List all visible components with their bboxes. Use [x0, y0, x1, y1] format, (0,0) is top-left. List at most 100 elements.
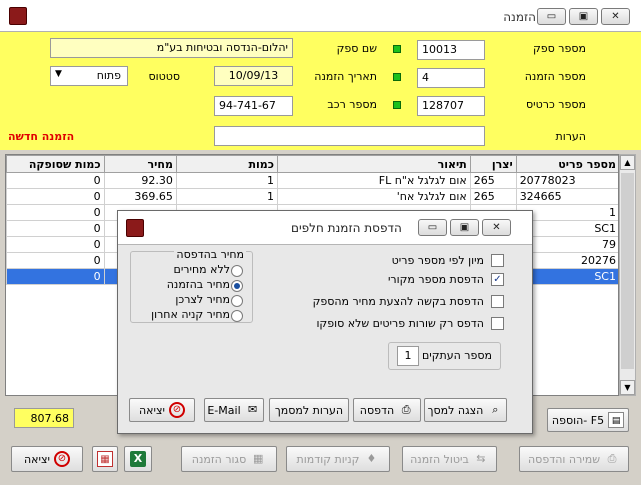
card-number-field[interactable]: 128707 — [417, 96, 485, 116]
add-label: הוספה- F5 — [551, 413, 605, 427]
save-and-print-button[interactable]: שמירה והדפסה ⎙ — [519, 446, 629, 472]
supplier-name-field[interactable]: יהלום-הנדסה ובטיחות בע"מ — [50, 38, 293, 58]
export-excel-button[interactable]: X — [124, 446, 152, 472]
close-order-label: סגור הזמנה — [191, 452, 247, 466]
last-purchase-price-label: מחיר קניה אחרון — [151, 308, 230, 321]
sort-by-item-checkbox[interactable] — [491, 254, 504, 267]
supplied-quantity-cell: 0 — [6, 268, 105, 285]
dialog-close-button[interactable]: ✕ — [482, 219, 511, 236]
order-number-field[interactable]: 4 — [417, 68, 485, 88]
cancel-order-icon: ⇆ — [476, 452, 486, 465]
doc-notes-button[interactable]: הערות למסמך — [269, 398, 349, 422]
printer-icon: ⎙ — [401, 403, 411, 416]
sort-by-item-label: מיון לפי מספר פריט — [391, 254, 484, 267]
scroll-track[interactable] — [621, 173, 634, 369]
column-header[interactable]: כמות — [175, 155, 278, 173]
email-button[interactable]: E-Mail ✉ — [204, 398, 264, 422]
supplied-quantity-cell: 0 — [6, 220, 105, 237]
order-date-label: תאריך הזמנה — [314, 70, 377, 83]
column-header[interactable]: כמות שסופקה — [6, 155, 105, 173]
dialog-exit-label: יציאה — [139, 403, 165, 417]
supplied-quantity-cell: 0 — [6, 252, 105, 269]
order-price-radio[interactable] — [231, 280, 243, 292]
restore-button[interactable]: ▣ — [569, 8, 598, 25]
scroll-down-icon[interactable]: ▼ — [620, 380, 635, 395]
no-prices-radio[interactable] — [231, 265, 243, 277]
minimize-button[interactable]: ▭ — [537, 8, 566, 25]
print-quote-request-checkbox[interactable] — [491, 295, 504, 308]
supplier-number-field[interactable]: 10013 — [417, 40, 485, 60]
copies-field[interactable]: 1 — [397, 346, 419, 366]
status-dropdown[interactable]: ▼ פתוח — [50, 66, 128, 86]
notes-field[interactable] — [214, 126, 485, 146]
dialog-restore-button[interactable]: ▣ — [450, 219, 479, 236]
supplied-quantity-cell: 0 — [6, 204, 105, 221]
price-group-label: מחיר בהדפסה — [174, 248, 246, 261]
print-button[interactable]: הדפסה ⎙ — [353, 398, 421, 422]
pdf-icon: ▦ — [97, 451, 113, 467]
order-number-label: מספר הזמנה — [524, 70, 586, 83]
dialog-minimize-button[interactable]: ▭ — [418, 219, 447, 236]
supplier-number-label: מספר ספק — [533, 42, 586, 55]
order-price-label: מחיר בהזמנה — [166, 278, 230, 291]
supplied-quantity-cell: 0 — [6, 236, 105, 253]
print-quote-request-label: הדפסת בקשה להצעת מחיר מהספק — [312, 295, 484, 308]
cancel-order-button[interactable]: ביטול הזמנה ⇆ — [402, 446, 497, 472]
dialog-title-bar: הדפסת הזמנת חלפים ▭ ▣ ✕ — [118, 211, 532, 245]
status-led-icon — [393, 73, 401, 81]
dialog-title: הדפסת הזמנת חלפים — [291, 221, 402, 235]
column-header[interactable]: יצרן — [469, 155, 517, 173]
column-header[interactable]: מחיר — [103, 155, 177, 173]
window-title: הזמנה — [503, 10, 536, 24]
scroll-up-icon[interactable]: ▲ — [620, 155, 635, 170]
table-row[interactable]: 20778023 265 אום לגלגל א"ח FL 1 92.30 0 — [6, 172, 618, 189]
grid-scrollbar[interactable]: ▲ ▼ — [619, 154, 636, 396]
printer-icon: ⎙ — [607, 452, 617, 465]
exit-label: יציאה — [24, 452, 50, 466]
grid-icon: ▦ — [253, 452, 264, 465]
email-label: E-Mail — [207, 403, 241, 417]
print-original-number-checkbox[interactable]: ✓ — [491, 273, 504, 286]
export-pdf-button[interactable]: ▦ — [92, 446, 118, 472]
magnifier-icon: ⌕ — [492, 403, 499, 416]
print-original-number-label: הדפסת מספר מקורי — [387, 273, 484, 286]
status-led-icon — [393, 101, 401, 109]
app-icon — [9, 7, 27, 25]
consumer-price-radio[interactable] — [231, 295, 243, 307]
total-amount-field: 807.68 — [14, 408, 74, 428]
app-icon — [126, 219, 144, 237]
quantity-cell: 1 — [175, 188, 278, 205]
document-icon: ▤ — [608, 412, 625, 428]
copies-label: מספר העתקים — [421, 349, 492, 362]
column-header[interactable]: תיאור — [276, 155, 471, 173]
last-purchase-price-radio[interactable] — [231, 310, 243, 322]
description-cell: אום לגלגל א"ח FL — [276, 172, 471, 189]
email-icon: ✉ — [248, 403, 258, 416]
exit-icon: ⊘ — [169, 402, 185, 418]
status-label: סטטוס — [148, 70, 180, 83]
dialog-exit-button[interactable]: יציאה ⊘ — [129, 398, 195, 422]
supplied-quantity-cell: 0 — [6, 172, 105, 189]
price-cell: 92.30 — [103, 172, 177, 189]
table-row[interactable]: 324665 265 אום לגלגל אח' 1 369.65 0 — [6, 188, 618, 205]
manufacturer-cell: 265 — [469, 188, 517, 205]
column-header[interactable]: מספר פריט — [515, 155, 618, 173]
exit-button[interactable]: יציאה ⊘ — [11, 446, 83, 472]
close-button[interactable]: ✕ — [601, 8, 630, 25]
previous-purchases-label: קניות קודמות — [296, 452, 360, 466]
lamp-icon: ♦ — [366, 452, 377, 465]
add-button[interactable]: הוספה- F5 ▤ — [547, 408, 629, 432]
order-date-field[interactable]: 10/09/13 — [214, 66, 293, 86]
close-order-button[interactable]: סגור הזמנה ▦ — [181, 446, 277, 472]
preview-button[interactable]: הצגה למסך ⌕ — [424, 398, 507, 422]
status-value: פתוח — [96, 69, 121, 82]
print-unsupplied-only-checkbox[interactable] — [491, 317, 504, 330]
vehicle-number-field[interactable]: 94-741-67 — [214, 96, 293, 116]
print-label: הדפסה — [359, 403, 395, 417]
supplier-name-label: שם ספק — [336, 42, 377, 55]
preview-label: הצגה למסך — [427, 403, 484, 417]
previous-purchases-button[interactable]: קניות קודמות ♦ — [286, 446, 390, 472]
order-header: מספר ספק 10013 שם ספק יהלום-הנדסה ובטיחו… — [0, 32, 641, 150]
excel-icon: X — [130, 451, 146, 467]
price-cell: 369.65 — [103, 188, 177, 205]
